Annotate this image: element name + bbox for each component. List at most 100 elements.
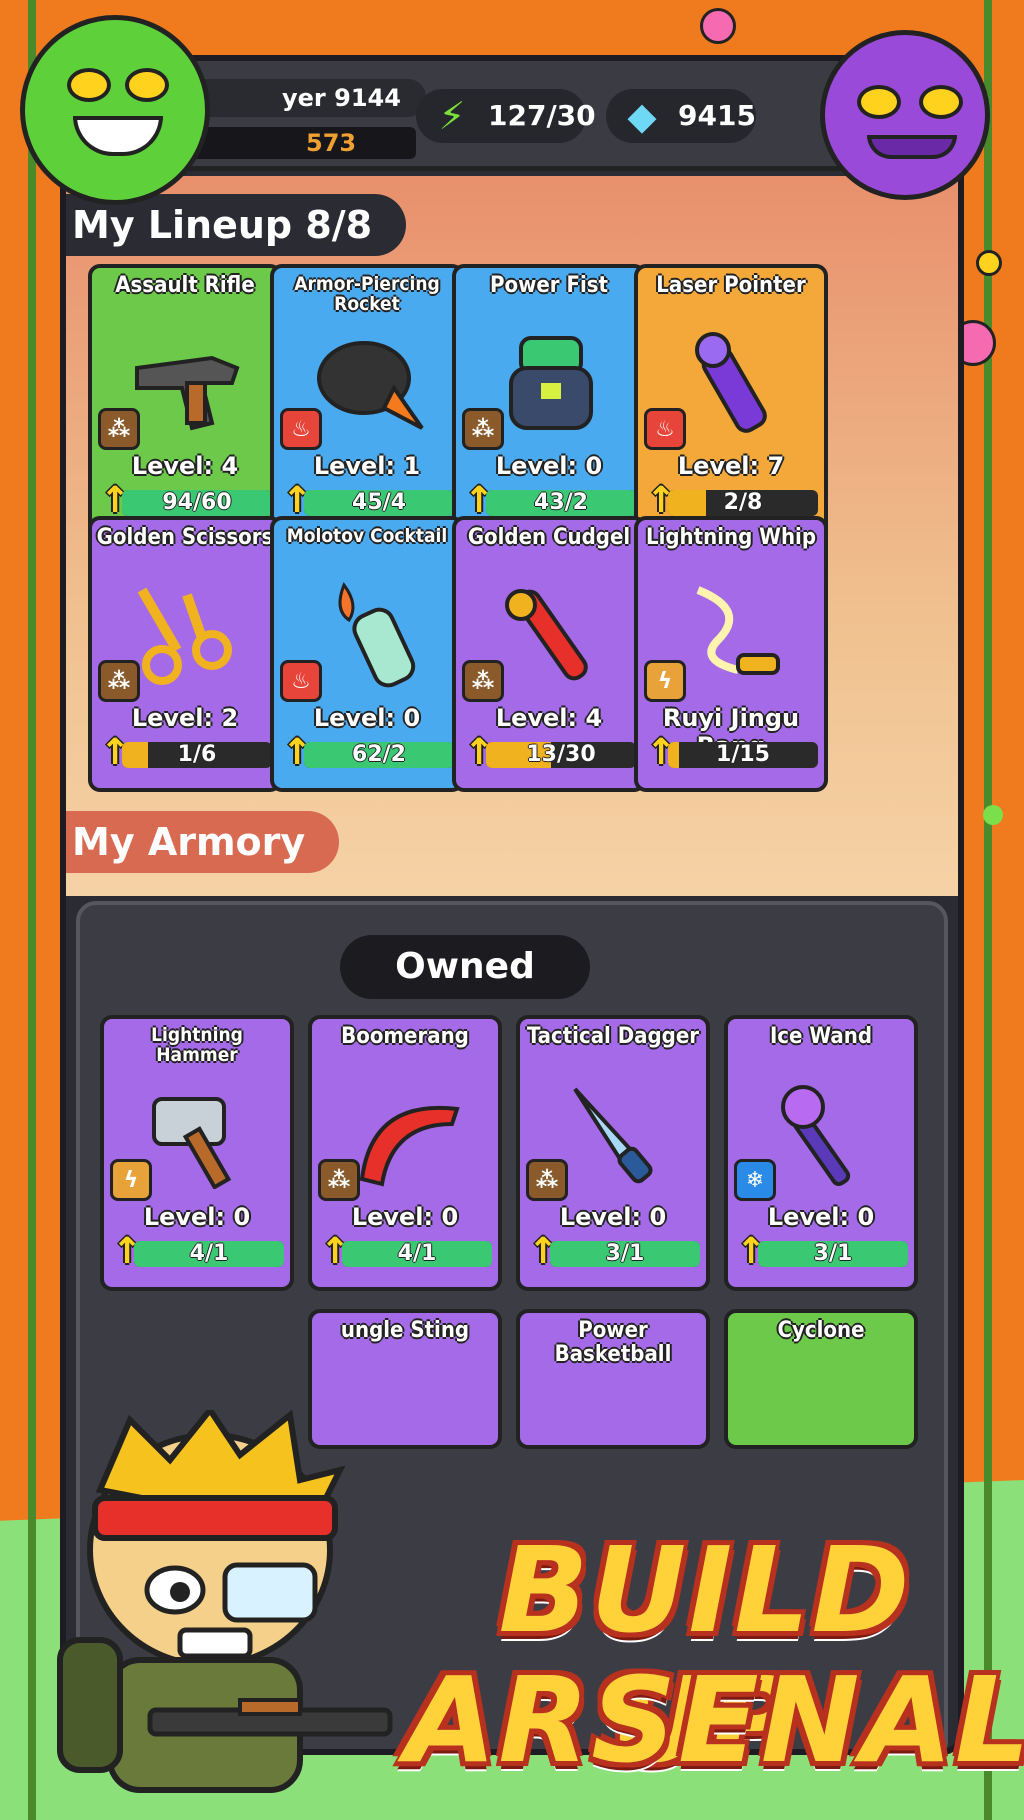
- bubble-decoration: [976, 250, 1002, 276]
- progress-text: 3/1: [813, 1241, 853, 1266]
- weapon-level: Level: 4: [495, 704, 603, 732]
- lineup-panel: My Lineup 8/8 Assault Rifle ⁂ Level: 4 ↑ 94/…: [66, 176, 958, 896]
- weapon-level: Level: 0: [351, 1203, 459, 1231]
- weapon-card[interactable]: Ice Wand ❄ Level: 0 ↑ 3/1: [724, 1015, 918, 1291]
- upgrade-progress-bar: 1/15: [668, 742, 818, 768]
- weapon-name: Golden Scissors: [96, 525, 274, 550]
- weapon-card-partial[interactable]: Cyclone: [724, 1309, 918, 1449]
- hammer-icon: [144, 1079, 254, 1189]
- progress-text: 4/1: [189, 1241, 229, 1266]
- upgrade-progress-bar: 2/8: [668, 490, 818, 516]
- player-name[interactable]: yer 9144: [186, 79, 426, 117]
- green-virus-mascot: [20, 15, 210, 205]
- progress-text: 1/6: [177, 742, 217, 767]
- weapon-level: Level: 0: [143, 1203, 251, 1231]
- weapon-level: Level: 0: [767, 1203, 875, 1231]
- element-fire-icon: ♨: [644, 408, 686, 450]
- upgrade-progress-bar: 94/60: [122, 490, 272, 516]
- weapon-card[interactable]: Power Fist ⁂ Level: 0 ↑ 43/2: [452, 264, 646, 540]
- cudgel-icon: [496, 580, 606, 690]
- virus-eye: [125, 68, 169, 102]
- upgrade-progress-bar: 3/1: [550, 1241, 700, 1267]
- bottle-icon: [314, 580, 424, 690]
- energy-counter[interactable]: ⚡ 127/30: [416, 89, 596, 143]
- vine-left: [28, 0, 36, 1820]
- element-bolt-icon: ϟ: [110, 1159, 152, 1201]
- weapon-name: Lightning Hammer: [151, 1024, 243, 1066]
- element-claw-icon: ⁂: [318, 1159, 360, 1201]
- weapon-name: Golden Cudgel: [467, 525, 631, 550]
- upgrade-progress-bar: 62/2: [304, 742, 454, 768]
- owned-filter-tab[interactable]: Owned: [340, 935, 590, 999]
- weapon-card[interactable]: Golden Scissors ⁂ Level: 2 ↑ 1/6: [88, 516, 282, 792]
- upgrade-progress-bar: 43/2: [486, 490, 636, 516]
- weapon-card[interactable]: Lightning Hammer ϟ Level: 0 ↑ 4/1: [100, 1015, 294, 1291]
- fist-icon: [496, 328, 606, 438]
- weapon-card[interactable]: Assault Rifle ⁂ Level: 4 ↑ 94/60: [88, 264, 282, 540]
- progress-text: 4/1: [397, 1241, 437, 1266]
- weapon-card[interactable]: Golden Cudgel ⁂ Level: 4 ↑ 13/30: [452, 516, 646, 792]
- element-frost-icon: ❄: [734, 1159, 776, 1201]
- virus-mouth: [73, 116, 163, 156]
- bubble-decoration: [983, 805, 1003, 825]
- rifle-icon: [132, 328, 242, 438]
- progress-text: 1/15: [716, 742, 770, 767]
- boomerang-icon: [352, 1079, 462, 1189]
- weapon-card[interactable]: Lightning WhipϟRuyi Jingu Bang↑1/15: [634, 516, 828, 792]
- dagger-icon: [560, 1079, 670, 1189]
- wand-icon: [768, 1079, 878, 1189]
- whip-icon: [678, 580, 788, 690]
- upgrade-progress-bar: 13/30: [486, 742, 636, 768]
- element-fire-icon: ♨: [280, 408, 322, 450]
- virus-eye: [67, 68, 111, 102]
- weapon-name: ungle Sting: [340, 1318, 470, 1343]
- energy-value: 127/30: [488, 99, 596, 132]
- weapon-card[interactable]: Laser Pointer ♨ Level: 7 ↑ 2/8: [634, 264, 828, 540]
- weapon-level: Level: 4: [131, 452, 239, 480]
- weapon-name: Lightning Whip: [645, 525, 817, 550]
- progress-text: 62/2: [352, 742, 406, 767]
- weapon-name: Power Basketball: [554, 1318, 672, 1367]
- weapon-card[interactable]: Tactical Dagger ⁂ Level: 0 ↑ 3/1: [516, 1015, 710, 1291]
- weapon-name: Assault Rifle: [115, 273, 255, 298]
- upgrade-progress-bar: 4/1: [342, 1241, 492, 1267]
- gem-plus-icon[interactable]: ◆: [612, 89, 672, 143]
- weapon-card[interactable]: Molotov Cocktail ♨ Level: 0 ↑ 62/2: [270, 516, 464, 792]
- gem-value: 9415: [678, 99, 756, 132]
- weapon-card[interactable]: Armor-Piercing Rocket ♨ Level: 1 ↑ 45/4: [270, 264, 464, 540]
- armory-title: My Armory: [66, 811, 340, 873]
- element-claw-icon: ⁂: [462, 660, 504, 702]
- upgrade-progress-bar: 3/1: [758, 1241, 908, 1267]
- weapon-level: Level: 7: [677, 452, 785, 480]
- weapon-card-partial[interactable]: Power Basketball: [516, 1309, 710, 1449]
- upgrade-progress-bar: 45/4: [304, 490, 454, 516]
- weapon-level: Level: 2: [131, 704, 239, 732]
- virus-eye: [857, 85, 901, 119]
- upgrade-progress-bar: 4/1: [134, 1241, 284, 1267]
- element-claw-icon: ⁂: [98, 408, 140, 450]
- virus-mouth: [867, 135, 957, 159]
- virus-eye: [919, 85, 963, 119]
- progress-text: 3/1: [605, 1241, 645, 1266]
- weapon-name: Power Fist: [489, 273, 608, 298]
- gem-counter[interactable]: ◆ 9415: [606, 89, 756, 143]
- progress-text: 45/4: [352, 490, 406, 515]
- player-score: 573: [186, 127, 416, 159]
- progress-text: 94/60: [162, 490, 232, 515]
- element-claw-icon: ⁂: [526, 1159, 568, 1201]
- lightning-plus-icon[interactable]: ⚡: [422, 89, 482, 143]
- weapon-name: Laser Pointer: [656, 273, 806, 298]
- bubble-decoration: [700, 8, 736, 44]
- element-claw-icon: ⁂: [98, 660, 140, 702]
- weapon-card[interactable]: Boomerang ⁂ Level: 0 ↑ 4/1: [308, 1015, 502, 1291]
- laser-icon: [678, 328, 788, 438]
- soldier-hero-character: [57, 1410, 393, 1793]
- promo-banner-line2: ARSENAL: [405, 1651, 1024, 1789]
- weapon-name: Tactical Dagger: [526, 1024, 700, 1049]
- weapon-name: Ice Wand: [769, 1024, 873, 1049]
- progress-text: 2/8: [723, 490, 763, 515]
- weapon-name: Armor-Piercing Rocket: [294, 273, 440, 315]
- weapon-level: Level: 0: [559, 1203, 667, 1231]
- rocket-icon: [314, 328, 424, 438]
- weapon-name: Cyclone: [777, 1318, 865, 1343]
